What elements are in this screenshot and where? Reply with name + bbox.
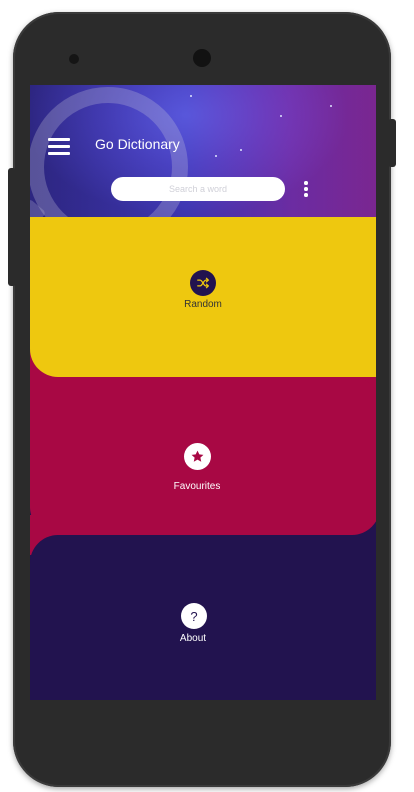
star-dot [190, 95, 192, 97]
search-input[interactable] [111, 177, 285, 201]
app-title: Go Dictionary [95, 136, 180, 152]
random-label: Random [184, 299, 222, 310]
volume-button [8, 168, 16, 286]
star-dot [280, 115, 282, 117]
star-dot [330, 105, 332, 107]
app-screen: Go Dictionary Favourites Rand [30, 85, 376, 700]
more-options-icon[interactable] [302, 181, 310, 201]
shuffle-icon[interactable] [190, 270, 216, 296]
star-dot [215, 155, 217, 157]
favourites-panel[interactable]: Favourites [30, 377, 376, 535]
sensor-dot [69, 54, 79, 64]
question-icon[interactable]: ? [181, 603, 207, 629]
menu-icon[interactable] [48, 138, 70, 156]
random-panel[interactable]: Random [30, 217, 376, 377]
front-camera [193, 49, 211, 67]
star-icon[interactable] [184, 443, 211, 470]
power-button [388, 119, 396, 167]
star-dot [240, 149, 242, 151]
about-panel[interactable]: ? About [30, 535, 376, 700]
app-header: Go Dictionary [30, 85, 376, 282]
favourites-label: Favourites [173, 481, 221, 492]
about-label: About [179, 633, 207, 644]
